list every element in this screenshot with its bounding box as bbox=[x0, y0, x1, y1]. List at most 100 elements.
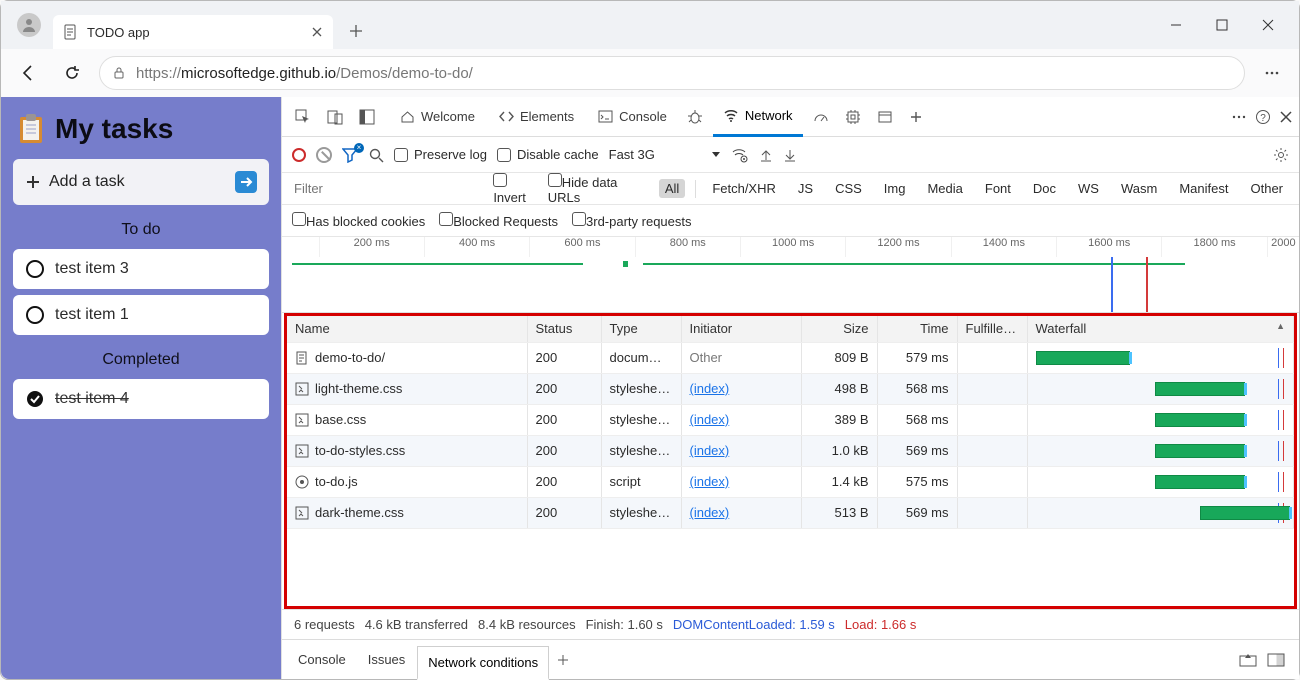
devtools-more-button[interactable] bbox=[1231, 109, 1247, 125]
tab-performance[interactable] bbox=[807, 97, 835, 137]
tab-network[interactable]: Network bbox=[713, 97, 803, 137]
console-icon bbox=[598, 109, 613, 124]
type-filter-other[interactable]: Other bbox=[1244, 179, 1289, 198]
browser-titlebar: TODO app bbox=[1, 1, 1299, 49]
help-button[interactable]: ? bbox=[1255, 109, 1271, 125]
col-waterfall[interactable]: Waterfall▲ bbox=[1027, 316, 1294, 342]
col-status[interactable]: Status bbox=[527, 316, 601, 342]
type-filter-manifest[interactable]: Manifest bbox=[1173, 179, 1234, 198]
table-row[interactable]: base.css200styleshe…(index)389 B568 ms bbox=[287, 404, 1294, 435]
blocked-requests-checkbox[interactable]: Blocked Requests bbox=[439, 212, 558, 229]
type-filter-css[interactable]: CSS bbox=[829, 179, 868, 198]
submit-arrow-icon[interactable] bbox=[235, 171, 257, 193]
code-icon bbox=[499, 109, 514, 124]
hide-data-urls-checkbox[interactable]: Hide data URLs bbox=[548, 173, 649, 205]
type-filter-wasm[interactable]: Wasm bbox=[1115, 179, 1163, 198]
drawer-add-tab[interactable] bbox=[551, 640, 575, 680]
drawer-tab-network-conditions[interactable]: Network conditions bbox=[417, 646, 549, 680]
throttle-select[interactable]: Fast 3G bbox=[609, 147, 721, 162]
tab-welcome[interactable]: Welcome bbox=[390, 97, 485, 137]
table-row[interactable]: to-do-styles.css200styleshe…(index)1.0 k… bbox=[287, 435, 1294, 466]
network-settings-button[interactable] bbox=[1273, 147, 1289, 163]
drawer-tab-console[interactable]: Console bbox=[288, 640, 356, 680]
window-icon bbox=[877, 109, 893, 125]
filter-input[interactable] bbox=[292, 180, 483, 197]
url-input[interactable]: https://microsoftedge.github.io/Demos/de… bbox=[99, 56, 1245, 90]
task-row[interactable]: test item 4 bbox=[13, 379, 269, 419]
browser-tab[interactable]: TODO app bbox=[53, 15, 333, 49]
window-minimize[interactable] bbox=[1153, 9, 1199, 41]
request-name: base.css bbox=[295, 412, 519, 427]
drawer-tab-issues[interactable]: Issues bbox=[358, 640, 416, 680]
inspect-element-button[interactable] bbox=[288, 97, 318, 137]
has-blocked-cookies-checkbox[interactable]: Has blocked cookies bbox=[292, 212, 425, 229]
back-button[interactable] bbox=[11, 56, 45, 90]
tab-sources[interactable] bbox=[681, 97, 709, 137]
window-close[interactable] bbox=[1245, 9, 1291, 41]
initiator-link[interactable]: (index) bbox=[690, 474, 730, 489]
preserve-log-checkbox[interactable]: Preserve log bbox=[394, 147, 487, 162]
devtools-close-button[interactable] bbox=[1279, 110, 1293, 124]
col-time[interactable]: Time bbox=[877, 316, 957, 342]
task-row[interactable]: test item 3 bbox=[13, 249, 269, 289]
initiator-link[interactable]: (index) bbox=[690, 443, 730, 458]
col-type[interactable]: Type bbox=[601, 316, 681, 342]
type-filter-js[interactable]: JS bbox=[792, 179, 819, 198]
task-row[interactable]: test item 1 bbox=[13, 295, 269, 335]
tab-memory[interactable] bbox=[839, 97, 867, 137]
tab-application[interactable] bbox=[871, 97, 899, 137]
network-blocked-row: Has blocked cookies Blocked Requests 3rd… bbox=[282, 205, 1299, 237]
export-har-button[interactable] bbox=[783, 148, 797, 162]
device-toolbar-button[interactable] bbox=[320, 97, 350, 137]
overview-tick: 800 ms bbox=[636, 237, 741, 257]
tab-elements[interactable]: Elements bbox=[489, 97, 584, 137]
initiator-link[interactable]: (index) bbox=[690, 381, 730, 396]
type-filter-fetchxhr[interactable]: Fetch/XHR bbox=[706, 179, 782, 198]
request-name: to-do.js bbox=[295, 474, 519, 489]
add-task-card[interactable]: Add a task bbox=[13, 159, 269, 205]
col-initiator[interactable]: Initiator bbox=[681, 316, 801, 342]
third-party-checkbox[interactable]: 3rd-party requests bbox=[572, 212, 692, 229]
type-filter-media[interactable]: Media bbox=[921, 179, 968, 198]
close-icon[interactable] bbox=[311, 26, 323, 38]
col-fulfilled[interactable]: Fulfilled… bbox=[957, 316, 1027, 342]
drawer-expand-button[interactable] bbox=[1239, 653, 1257, 667]
request-initiator: (index) bbox=[681, 404, 801, 435]
network-overview[interactable]: 200 ms400 ms600 ms800 ms1000 ms1200 ms14… bbox=[282, 237, 1299, 313]
profile-avatar[interactable] bbox=[17, 13, 41, 37]
invert-checkbox[interactable]: Invert bbox=[493, 173, 537, 205]
type-filter-img[interactable]: Img bbox=[878, 179, 912, 198]
tab-console[interactable]: Console bbox=[588, 97, 677, 137]
type-filter-doc[interactable]: Doc bbox=[1027, 179, 1062, 198]
table-row[interactable]: light-theme.css200styleshe…(index)498 B5… bbox=[287, 373, 1294, 404]
refresh-button[interactable] bbox=[55, 56, 89, 90]
search-button[interactable] bbox=[368, 147, 384, 163]
table-row[interactable]: demo-to-do/200docum…Other809 B579 ms bbox=[287, 342, 1294, 373]
type-filter-all[interactable]: All bbox=[659, 179, 685, 198]
disable-cache-checkbox[interactable]: Disable cache bbox=[497, 147, 599, 162]
initiator-link[interactable]: (index) bbox=[690, 412, 730, 427]
chip-icon bbox=[845, 109, 861, 125]
initiator-link[interactable]: (index) bbox=[690, 505, 730, 520]
col-size[interactable]: Size bbox=[801, 316, 877, 342]
request-size: 513 B bbox=[801, 497, 877, 528]
table-row[interactable]: to-do.js200script(index)1.4 kB575 ms bbox=[287, 466, 1294, 497]
request-type: styleshe… bbox=[601, 373, 681, 404]
new-tab-button[interactable] bbox=[341, 16, 371, 46]
col-name[interactable]: Name bbox=[287, 316, 527, 342]
clear-button[interactable] bbox=[316, 147, 332, 163]
dock-side-button[interactable] bbox=[352, 97, 382, 137]
add-tab-button[interactable] bbox=[903, 97, 929, 137]
chevron-down-icon bbox=[711, 150, 721, 160]
browser-menu-button[interactable] bbox=[1255, 64, 1289, 82]
type-filter-ws[interactable]: WS bbox=[1072, 179, 1105, 198]
network-request-table[interactable]: Name Status Type Initiator Size Time Ful… bbox=[287, 316, 1294, 606]
network-conditions-button[interactable] bbox=[731, 146, 749, 164]
record-button[interactable] bbox=[292, 148, 306, 162]
filter-toggle[interactable] bbox=[342, 147, 358, 163]
type-filter-font[interactable]: Font bbox=[979, 179, 1017, 198]
drawer-dock-button[interactable] bbox=[1267, 653, 1285, 667]
table-row[interactable]: dark-theme.css200styleshe…(index)513 B56… bbox=[287, 497, 1294, 528]
window-maximize[interactable] bbox=[1199, 9, 1245, 41]
import-har-button[interactable] bbox=[759, 148, 773, 162]
